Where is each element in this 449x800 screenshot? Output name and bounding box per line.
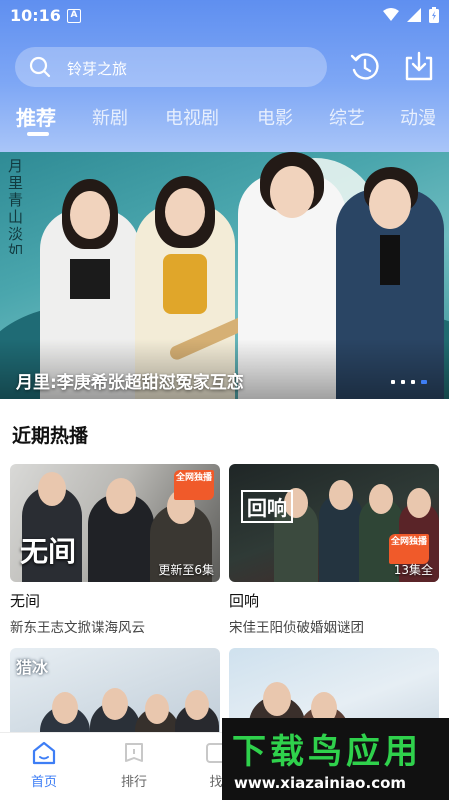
search-query: 铃芽之旅	[67, 60, 128, 78]
show-title: 无间	[10, 592, 41, 610]
ranking-icon	[125, 743, 143, 762]
signal-icon	[407, 8, 421, 22]
tab-movies[interactable]: 电影	[257, 104, 293, 130]
nav-label: 排行	[120, 775, 147, 790]
status-time: 10:16	[10, 6, 61, 25]
tab-new-drama[interactable]: 新剧	[92, 104, 128, 130]
nav-ranking[interactable]: 排行	[104, 741, 164, 790]
banner-dot-active	[421, 380, 427, 384]
history-button[interactable]	[348, 50, 382, 84]
tab-recommend[interactable]: 推荐	[16, 102, 56, 131]
tab-anime[interactable]: 动漫	[400, 104, 436, 130]
episode-status: 更新至6集	[158, 563, 214, 577]
history-icon	[350, 53, 379, 80]
show-title: 回响	[229, 592, 260, 610]
banner-calligraphy: 月里青山淡如画	[8, 158, 24, 254]
show-thumbnail: 无间 全网独播 更新至6集	[10, 464, 220, 582]
banner-title: 月里:李庚希张超甜怼冤家互恋	[16, 373, 244, 393]
battery-icon	[429, 7, 439, 23]
nav-label: 首页	[30, 775, 57, 790]
show-logo: 无间	[20, 535, 77, 568]
wifi-icon	[383, 8, 399, 21]
section-title: 近期热播	[12, 425, 89, 447]
category-tabs: 推荐 新剧 电视剧 电影 综艺 动漫	[0, 100, 449, 140]
watermark-url: www.xiazainiao.com	[234, 774, 407, 792]
exclusive-badge: 全网独播	[389, 534, 429, 564]
hero-banner[interactable]: 月里青山淡如画 月里:李庚希张超甜怼冤家互恋	[0, 152, 449, 399]
show-logo: 猎冰	[16, 658, 49, 677]
download-button[interactable]	[402, 50, 436, 84]
search-bar[interactable]: 铃芽之旅	[15, 47, 327, 87]
banner-dot	[411, 380, 415, 384]
exclusive-badge: 全网独播	[174, 470, 214, 500]
show-logo: 回响	[241, 490, 293, 523]
show-thumbnail: 回响 全网独播 13集全	[229, 464, 439, 582]
tab-tv-series[interactable]: 电视剧	[165, 104, 219, 130]
banner-dot	[401, 380, 405, 384]
home-icon	[32, 741, 56, 765]
watermark-overlay: 下载鸟应用 www.xiazainiao.com	[222, 718, 449, 800]
show-card[interactable]: 回响 全网独播 13集全 回响 宋佳王阳侦破婚姻谜团	[229, 464, 439, 636]
active-tab-indicator	[27, 132, 49, 136]
show-description: 宋佳王阳侦破婚姻谜团	[229, 620, 364, 636]
notification-icon: A	[67, 9, 81, 23]
banner-pagination	[391, 380, 427, 384]
tab-variety[interactable]: 综艺	[329, 104, 365, 130]
watermark-title: 下载鸟应用	[232, 732, 422, 772]
status-icons	[383, 7, 439, 23]
show-description: 新东王志文掀谍海风云	[10, 620, 145, 636]
download-icon	[405, 51, 433, 81]
banner-dot	[391, 380, 395, 384]
search-icon	[29, 56, 51, 78]
nav-home[interactable]: 首页	[14, 741, 74, 790]
episode-status: 13集全	[393, 563, 433, 577]
show-card[interactable]: 无间 全网独播 更新至6集 无间 新东王志文掀谍海风云	[10, 464, 220, 636]
status-bar: 10:16 A	[0, 0, 449, 32]
